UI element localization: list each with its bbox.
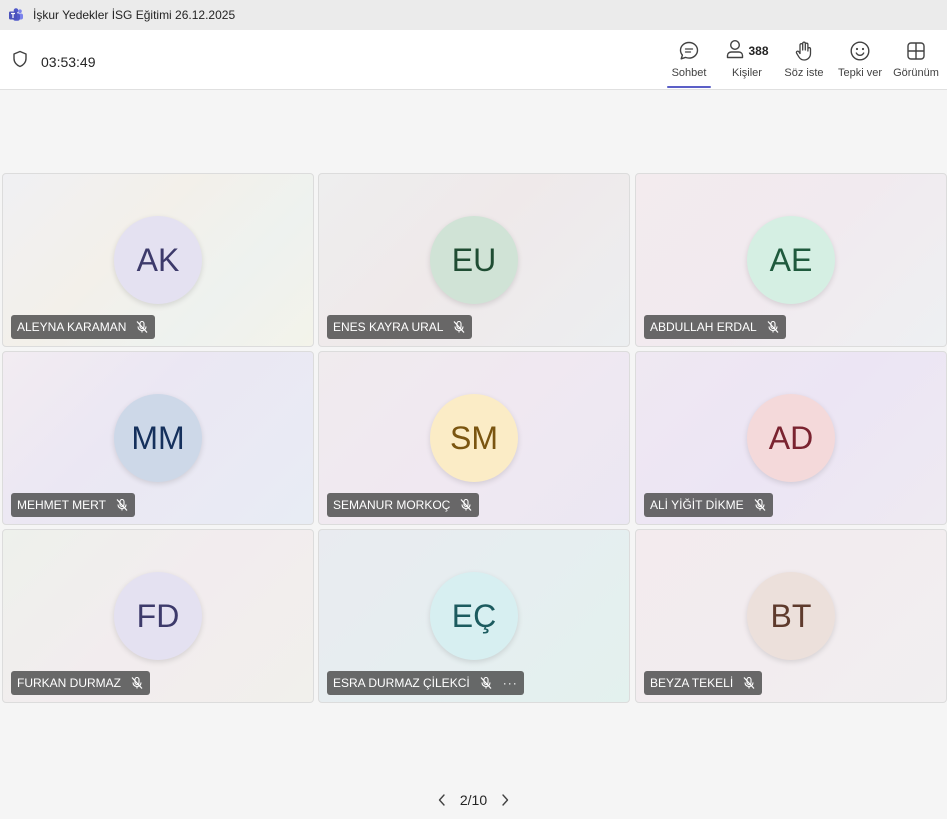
participant-nametag: ALİ YİĞİT DİKME [644, 493, 773, 517]
mic-off-icon [115, 498, 129, 512]
title-bar: İşkur Yedekler İSG Eğitimi 26.12.2025 [0, 0, 947, 30]
people-button[interactable]: 388 Kişiler [724, 38, 770, 88]
meeting-toolbar: 03:53:49 Sohbet 388 Kişiler Söz iste Tep… [0, 30, 947, 90]
avatar-initials: EÇ [451, 597, 497, 634]
mic-off-icon [459, 498, 473, 512]
mic-off-icon [135, 320, 149, 334]
participant-tile[interactable]: EU ENES KAYRA URAL [318, 173, 630, 347]
mic-off-icon [130, 676, 144, 690]
avatar-initials: BT [770, 597, 812, 634]
participant-name: ENES KAYRA URAL [333, 320, 444, 334]
raise-hand-button-label: Söz iste [784, 67, 824, 79]
participant-nametag: FURKAN DURMAZ [11, 671, 150, 695]
teams-icon [8, 7, 24, 23]
meeting-timer: 03:53:49 [41, 53, 96, 70]
people-icon [725, 38, 745, 65]
chevron-right-icon [502, 794, 509, 806]
smiley-icon [849, 38, 871, 64]
react-button[interactable]: Tepki ver [838, 38, 882, 88]
participant-name: ABDULLAH ERDAL [650, 320, 757, 334]
hand-icon [793, 38, 815, 64]
mic-off-icon [766, 320, 780, 334]
shield-icon [12, 50, 28, 73]
participant-nametag: ENES KAYRA URAL [327, 315, 473, 339]
grid-view-icon [905, 38, 927, 64]
participant-name: SEMANUR MORKOÇ [333, 498, 451, 512]
participant-tile[interactable]: AE ABDULLAH ERDAL [635, 173, 947, 347]
gallery-pager: 2/10 [0, 790, 947, 810]
avatar: AE [747, 216, 835, 304]
avatar: BT [747, 572, 835, 660]
page-indicator: 2/10 [459, 792, 488, 808]
participant-name: MEHMET MERT [17, 498, 106, 512]
previous-page-button[interactable] [432, 790, 452, 810]
raise-hand-button[interactable]: Söz iste [784, 38, 824, 88]
avatar: MM [114, 394, 202, 482]
chevron-left-icon [438, 794, 445, 806]
participant-tile[interactable]: SM SEMANUR MORKOÇ [318, 351, 630, 525]
participant-nametag: ESRA DURMAZ ÇİLEKCİ ··· [327, 671, 524, 695]
participant-tile[interactable]: AK ALEYNA KARAMAN [2, 173, 314, 347]
meeting-info: 03:53:49 [12, 50, 96, 73]
participant-tile[interactable]: FD FURKAN DURMAZ [2, 529, 314, 703]
more-options-button[interactable]: ··· [503, 676, 518, 690]
view-button[interactable]: Görünüm [892, 38, 940, 88]
chat-button[interactable]: Sohbet [667, 38, 711, 88]
mic-off-icon [479, 676, 493, 690]
chat-icon [678, 38, 700, 64]
avatar-initials: AE [769, 241, 813, 278]
window-title: İşkur Yedekler İSG Eğitimi 26.12.2025 [33, 8, 236, 22]
avatar-initials: FD [136, 597, 180, 634]
avatar: FD [114, 572, 202, 660]
avatar-initials: AK [136, 241, 180, 278]
participant-name: ALİ YİĞİT DİKME [650, 498, 744, 512]
participant-nametag: MEHMET MERT [11, 493, 135, 517]
avatar: EU [430, 216, 518, 304]
participant-name: BEYZA TEKELİ [650, 676, 734, 690]
participant-name: FURKAN DURMAZ [17, 676, 121, 690]
next-page-button[interactable] [495, 790, 515, 810]
participant-grid: AK ALEYNA KARAMAN EU ENES KAYRA URAL AE … [2, 173, 947, 703]
participant-name: ESRA DURMAZ ÇİLEKCİ [333, 676, 470, 690]
participant-nametag: ABDULLAH ERDAL [644, 315, 786, 339]
participant-nametag: BEYZA TEKELİ [644, 671, 763, 695]
participant-count: 388 [748, 44, 769, 58]
people-button-label: Kişiler [732, 67, 762, 79]
participant-tile[interactable]: BT BEYZA TEKELİ [635, 529, 947, 703]
avatar-initials: EU [451, 241, 497, 278]
avatar: EÇ [430, 572, 518, 660]
avatar: AD [747, 394, 835, 482]
avatar-initials: AD [768, 419, 814, 456]
people-button-icon-row: 388 [725, 38, 769, 65]
avatar: AK [114, 216, 202, 304]
participant-tile[interactable]: MM MEHMET MERT [2, 351, 314, 525]
participant-nametag: SEMANUR MORKOÇ [327, 493, 480, 517]
avatar-initials: MM [131, 419, 185, 456]
view-button-label: Görünüm [893, 67, 939, 79]
chat-button-label: Sohbet [671, 67, 707, 79]
react-button-label: Tepki ver [837, 67, 883, 79]
avatar: SM [430, 394, 518, 482]
participant-tile[interactable]: AD ALİ YİĞİT DİKME [635, 351, 947, 525]
participant-name: ALEYNA KARAMAN [17, 320, 127, 334]
mic-off-icon [452, 320, 466, 334]
avatar-initials: SM [450, 419, 498, 456]
participant-nametag: ALEYNA KARAMAN [11, 315, 156, 339]
participant-tile[interactable]: EÇ ESRA DURMAZ ÇİLEKCİ ··· [318, 529, 630, 703]
mic-off-icon [742, 676, 756, 690]
mic-off-icon [753, 498, 767, 512]
